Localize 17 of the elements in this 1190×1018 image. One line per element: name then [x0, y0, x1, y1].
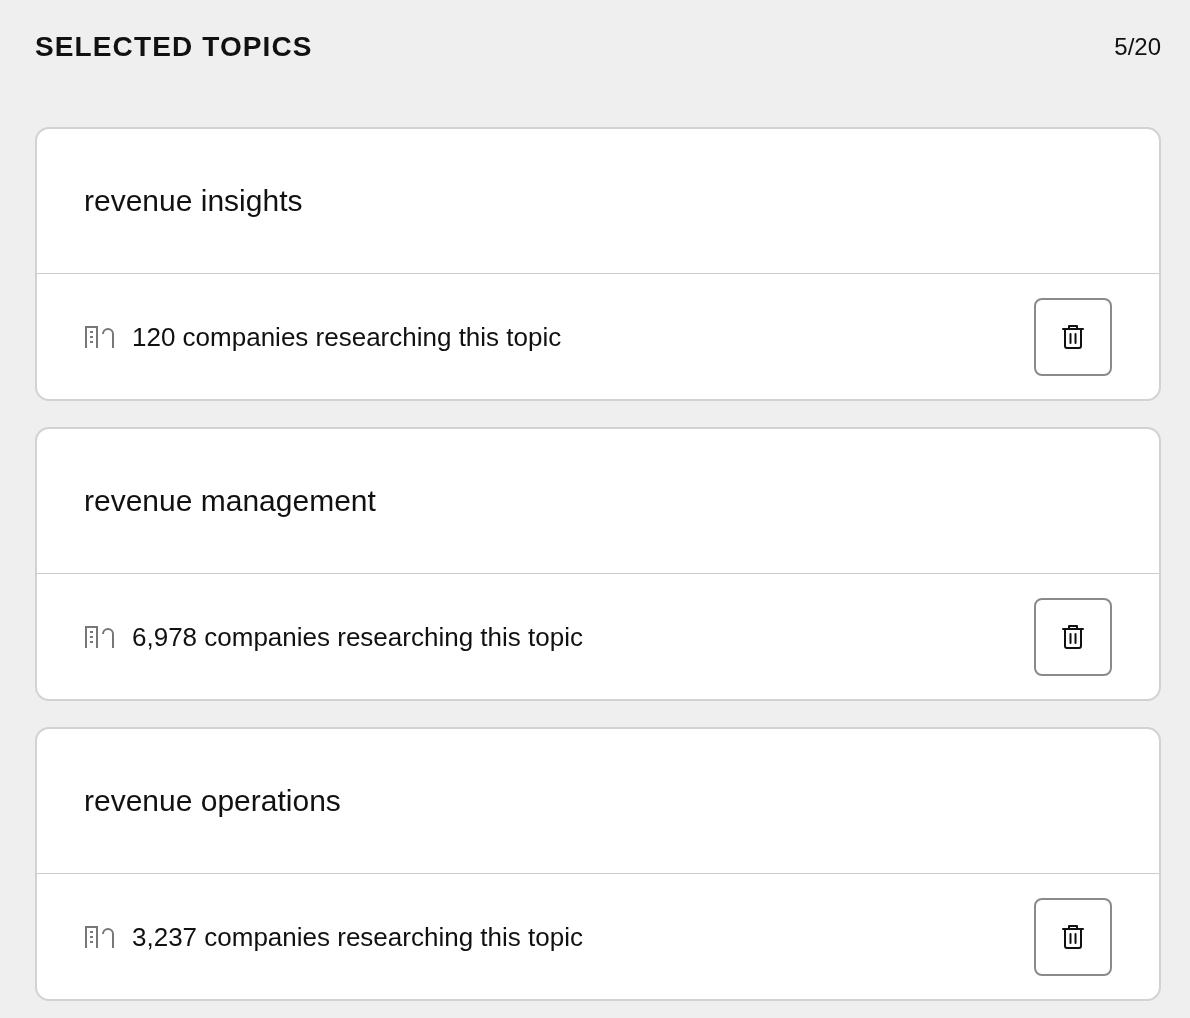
topic-name: revenue management	[84, 483, 376, 519]
company-count: 3,237 companies researching this topic	[132, 920, 583, 953]
topic-name: revenue insights	[84, 183, 303, 219]
company-count: 120 companies researching this topic	[132, 320, 562, 353]
delete-button[interactable]	[1034, 897, 1112, 976]
trash-icon	[1062, 923, 1084, 950]
topic-count: 5/20	[1114, 32, 1161, 62]
trash-icon	[1062, 623, 1084, 650]
building-icon	[84, 924, 115, 949]
company-count: 6,978 companies researching this topic	[132, 620, 583, 653]
delete-button[interactable]	[1034, 597, 1112, 676]
building-icon	[84, 324, 115, 349]
trash-icon	[1062, 323, 1084, 350]
building-icon	[84, 624, 115, 649]
delete-button[interactable]	[1034, 297, 1112, 376]
section-title: SELECTED TOPICS	[35, 30, 313, 64]
topic-name: revenue operations	[84, 783, 341, 819]
